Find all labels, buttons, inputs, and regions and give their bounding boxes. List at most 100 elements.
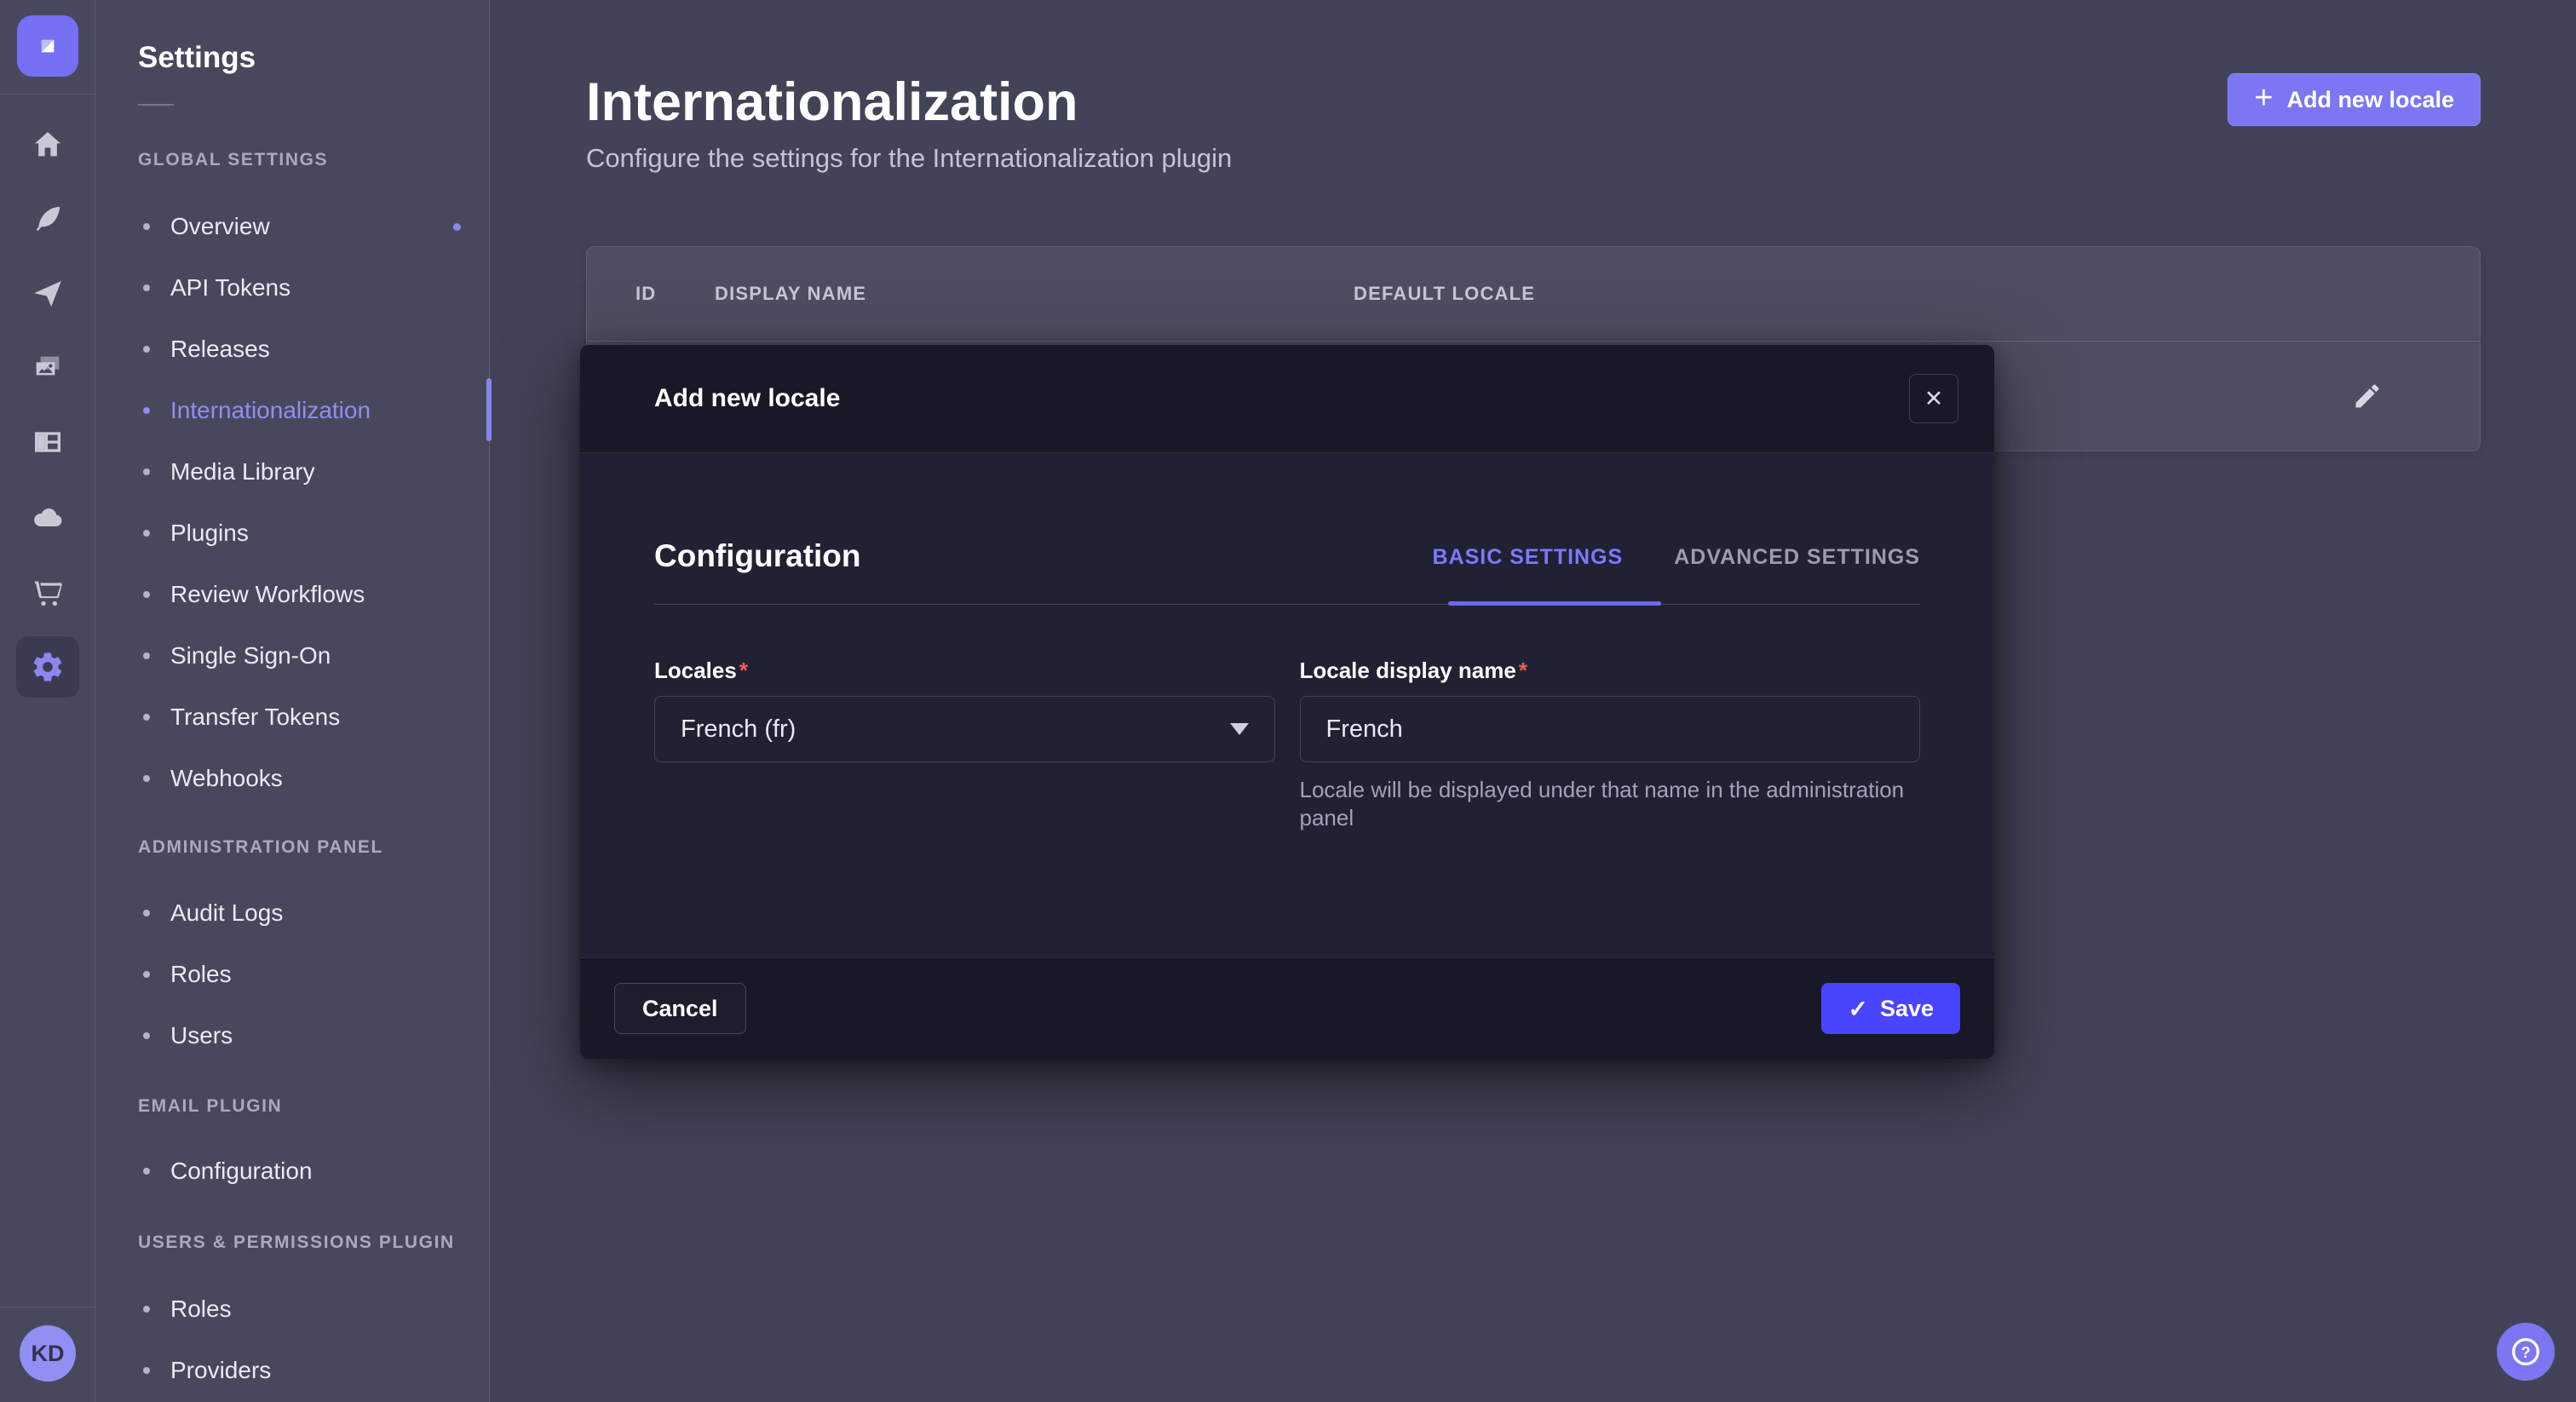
page-title: Internationalization [586,72,1078,133]
bullet-icon [143,346,150,353]
strapi-logo[interactable] [17,15,78,77]
sidebar-item-transfer-tokens[interactable]: Transfer Tokens [95,687,490,748]
section-global-settings: GLOBAL SETTINGS [138,150,328,170]
sidebar-item-admin-roles[interactable]: Roles [95,944,490,1005]
modal-header: Add new locale ✕ [580,345,1994,453]
sidebar-item-api-tokens[interactable]: API Tokens [95,257,490,319]
rail-item-layout[interactable] [16,411,79,473]
section-users-permissions-plugin: USERS & PERMISSIONS PLUGIN [138,1232,455,1253]
sidebar-item-releases[interactable]: Releases [95,319,490,380]
bullet-icon [143,284,150,291]
close-icon: ✕ [1924,386,1944,412]
nav-list-admin: Audit Logs Roles Users [95,882,490,1066]
sidebar-item-audit-logs[interactable]: Audit Logs [95,882,490,944]
bullet-icon [143,1367,150,1374]
modal-title: Add new locale [654,384,840,413]
plus-icon: + [2254,82,2273,114]
rail-item-media[interactable] [16,337,79,399]
rail-item-deploy[interactable] [16,487,79,549]
column-default-locale: DEFAULT LOCALE [1354,283,2480,305]
icon-rail: KD [0,0,95,1402]
settings-tabs: BASIC SETTINGS ADVANCED SETTINGS [1432,545,1920,570]
required-mark: * [739,658,748,683]
modal-body: Configuration BASIC SETTINGS ADVANCED SE… [580,453,1994,957]
modal-footer: Cancel ✓ Save [580,957,1994,1059]
rail-item-home[interactable] [16,114,79,175]
sidebar-item-up-roles[interactable]: Roles [95,1278,490,1340]
home-icon [31,128,65,162]
display-name-label: Locale display name* [1300,658,1921,684]
help-button[interactable]: ? [2497,1323,2555,1381]
bullet-icon [143,652,150,659]
nav-list-global: Overview API Tokens Releases Internation… [95,196,490,809]
sidebar-item-up-providers[interactable]: Providers [95,1340,490,1401]
table-header-row: ID DISPLAY NAME DEFAULT LOCALE [587,247,2480,342]
nav-list-users-permissions: Roles Providers [95,1278,490,1401]
edit-locale-button[interactable] [2343,372,2391,420]
app-root: KD Settings GLOBAL SETTINGS Overview API… [0,0,2576,1402]
active-tab-indicator [1448,601,1661,606]
display-name-field: Locale display name* Locale will be disp… [1300,658,1921,833]
rail-item-release[interactable] [16,263,79,325]
sidebar-item-review-workflows[interactable]: Review Workflows [95,564,490,625]
close-button[interactable]: ✕ [1909,374,1958,423]
tab-basic-settings[interactable]: BASIC SETTINGS [1432,545,1623,570]
sidebar-item-media-library[interactable]: Media Library [95,441,490,503]
bullet-icon [143,468,150,475]
bullet-icon [143,407,150,414]
gear-icon [31,650,65,684]
bullet-icon [143,971,150,978]
bullet-icon [143,1306,150,1313]
pencil-icon [2352,381,2383,411]
form-fields: Locales* French (fr) Locale display name… [654,658,1920,833]
rail-item-content[interactable] [16,188,79,250]
save-button[interactable]: ✓ Save [1821,983,1960,1034]
column-display-name: DISPLAY NAME [715,283,1354,305]
rail-item-marketplace[interactable] [16,562,79,623]
notification-dot [453,223,461,231]
display-name-hint: Locale will be displayed under that name… [1300,776,1921,833]
sidebar-item-admin-users[interactable]: Users [95,1005,490,1066]
nav-list-email: Configuration [95,1141,490,1202]
cart-icon [31,576,65,610]
required-mark: * [1519,658,1527,683]
sidebar-item-plugins[interactable]: Plugins [95,503,490,564]
layout-icon [31,425,65,459]
user-avatar[interactable]: KD [20,1325,76,1382]
locales-label: Locales* [654,658,1275,684]
sidebar-item-email-configuration[interactable]: Configuration [95,1141,490,1202]
section-email-plugin: EMAIL PLUGIN [138,1096,282,1117]
caret-down-icon [1230,723,1249,735]
bullet-icon [143,1032,150,1039]
section-administration-panel: ADMINISTRATION PANEL [138,837,383,858]
paper-plane-icon [31,277,65,311]
check-icon: ✓ [1848,995,1867,1023]
sidebar-item-webhooks[interactable]: Webhooks [95,748,490,809]
locales-field: Locales* French (fr) [654,658,1275,833]
locales-select[interactable]: French (fr) [654,696,1275,762]
bullet-icon [143,223,150,230]
add-locale-modal: Add new locale ✕ Configuration BASIC SET… [580,345,1994,1059]
settings-sidebar: Settings GLOBAL SETTINGS Overview API To… [95,0,490,1402]
feather-icon [31,202,65,236]
bullet-icon [143,714,150,721]
display-name-input[interactable] [1300,696,1921,762]
cancel-button[interactable]: Cancel [614,983,746,1034]
sidebar-item-internationalization[interactable]: Internationalization [95,380,490,441]
page-subtitle: Configure the settings for the Internati… [586,143,1232,174]
sidebar-title-rule [138,104,174,106]
sidebar-item-overview[interactable]: Overview [95,196,490,257]
strapi-logo-icon [31,29,65,63]
tab-advanced-settings[interactable]: ADVANCED SETTINGS [1674,545,1920,570]
bullet-icon [143,591,150,598]
column-id: ID [587,283,715,305]
rail-item-settings[interactable] [16,636,79,698]
bullet-icon [143,1168,150,1175]
configuration-heading: Configuration [654,538,861,574]
bullet-icon [143,775,150,782]
question-circle-icon: ? [2509,1335,2543,1369]
media-library-icon [31,351,65,385]
sidebar-item-single-sign-on[interactable]: Single Sign-On [95,625,490,687]
add-new-locale-button[interactable]: + Add new locale [2228,73,2481,126]
cloud-icon [31,501,65,535]
